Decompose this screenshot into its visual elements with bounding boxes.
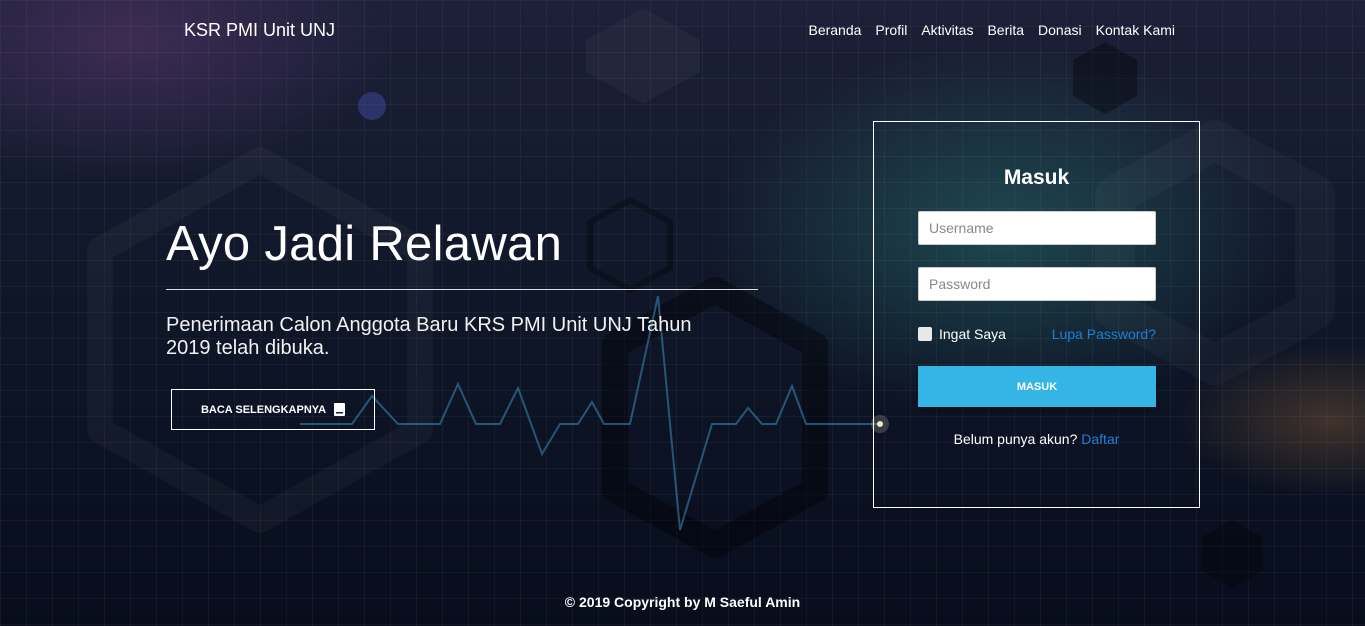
nav-item-aktivitas[interactable]: Aktivitas (921, 22, 973, 38)
footer-copyright: © 2019 Copyright by M Saeful Amin (564, 594, 801, 610)
remember-me[interactable]: Ingat Saya (918, 326, 1006, 342)
nav-item-beranda[interactable]: Beranda (808, 22, 861, 38)
read-more-button[interactable]: BACA SELENGKAPNYA (171, 389, 375, 430)
glow-dot (358, 92, 386, 120)
hero-title: Ayo Jadi Relawan (166, 217, 563, 271)
nav-item-profil[interactable]: Profil (875, 22, 907, 38)
hexagon-decoration (1202, 520, 1262, 588)
register-text: Belum punya akun? (953, 431, 1078, 447)
navbar: KSR PMI Unit UNJ Beranda Profil Aktivita… (0, 0, 1365, 60)
brand-link[interactable]: KSR PMI Unit UNJ (184, 20, 335, 41)
nav-item-kontak-kami[interactable]: Kontak Kami (1096, 22, 1175, 38)
nav-menu: Beranda Profil Aktivitas Berita Donasi K… (808, 22, 1175, 40)
hexagon-decoration (587, 197, 673, 293)
login-form: Masuk Ingat Saya Lupa Password? MASUK Be… (873, 121, 1200, 508)
hero-subtitle: Penerimaan Calon Anggota Baru KRS PMI Un… (166, 314, 692, 359)
username-input[interactable] (918, 211, 1156, 245)
read-more-label: BACA SELENGKAPNYA (200, 403, 327, 416)
register-link[interactable]: Daftar (1081, 431, 1119, 447)
login-title: Masuk (1003, 166, 1070, 189)
login-submit-button[interactable]: MASUK (918, 366, 1156, 407)
remember-label: Ingat Saya (939, 326, 1006, 342)
password-input[interactable] (918, 267, 1156, 301)
remember-checkbox[interactable] (918, 327, 932, 341)
hero-divider (166, 289, 758, 290)
nav-item-berita[interactable]: Berita (987, 22, 1024, 38)
register-prompt: Belum punya akun? Daftar (874, 431, 1199, 447)
nav-item-donasi[interactable]: Donasi (1038, 22, 1082, 38)
book-icon (334, 403, 346, 416)
forgot-password-link[interactable]: Lupa Password? (1052, 326, 1156, 342)
